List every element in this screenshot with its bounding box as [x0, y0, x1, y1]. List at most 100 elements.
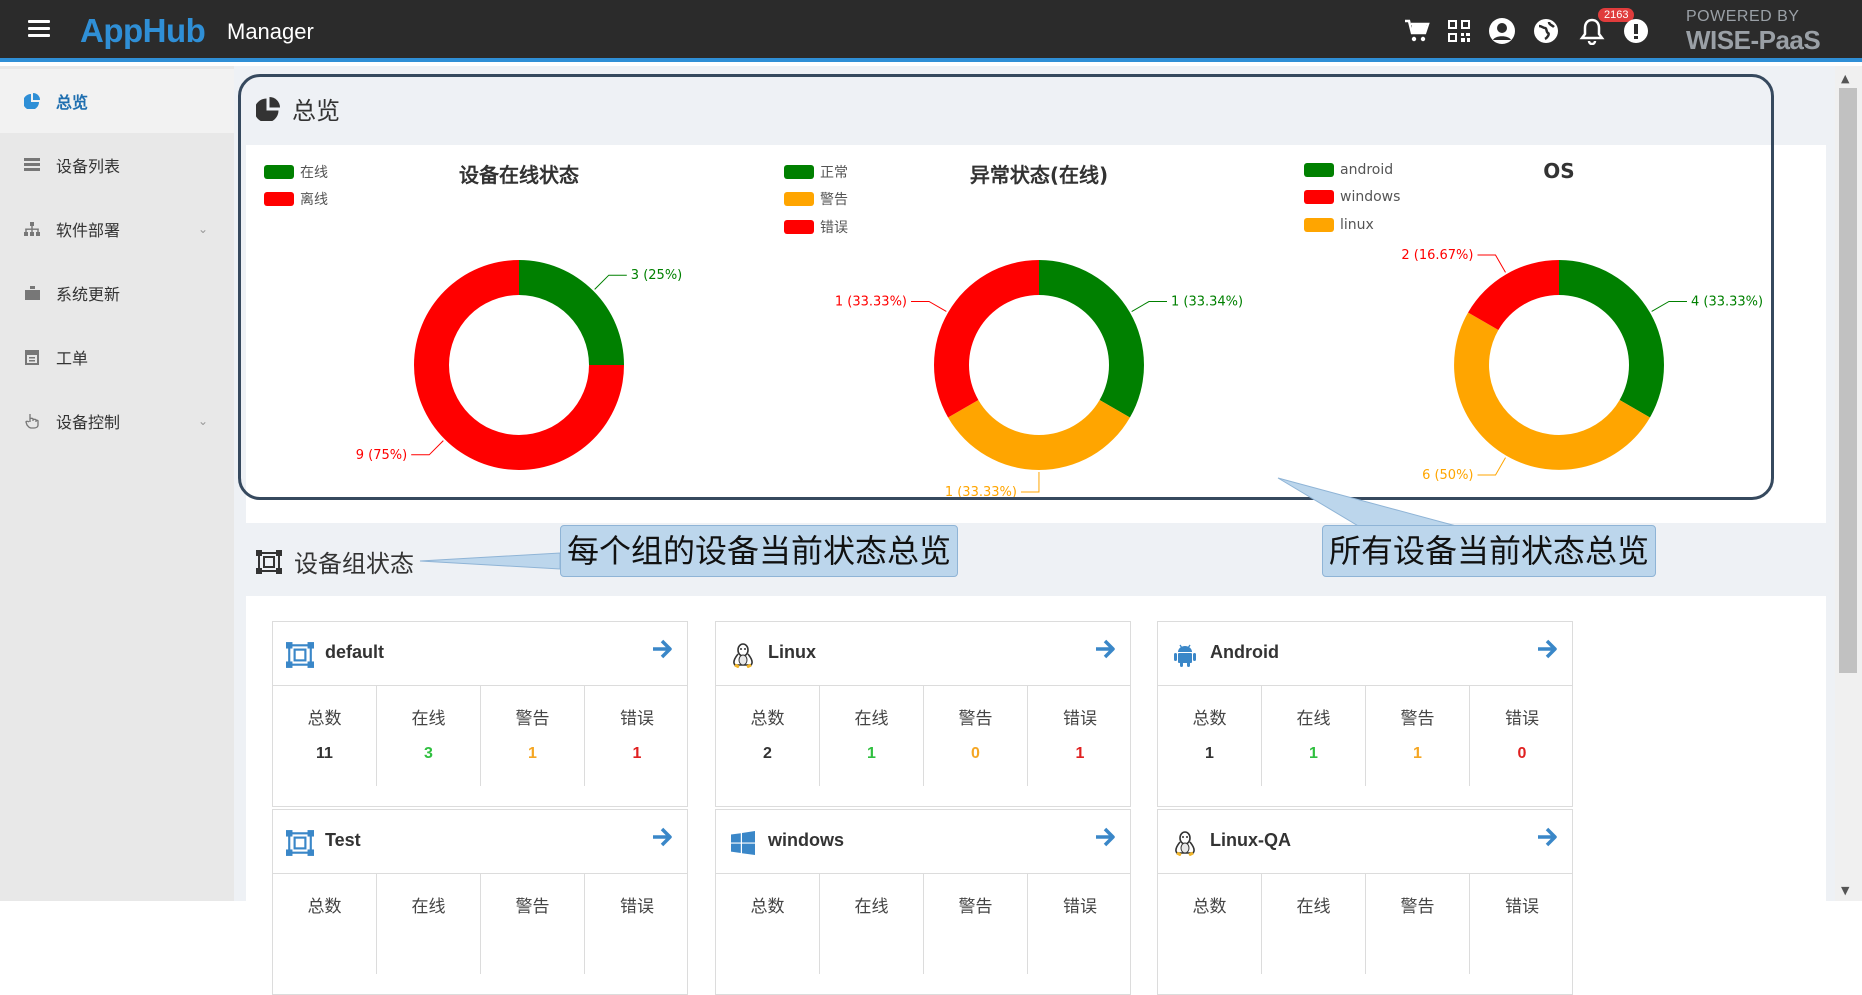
app-subtitle: Manager: [227, 19, 314, 44]
globe-icon[interactable]: [1532, 17, 1560, 45]
donut-slice[interactable]: [1039, 260, 1144, 418]
callout-all-status: 所有设备当前状态总览: [1322, 525, 1657, 577]
scroll-up-icon[interactable]: ▲: [1841, 72, 1849, 85]
stat-label: 总数: [1192, 897, 1227, 917]
stat-label: 总数: [750, 709, 785, 729]
stat-label: 总数: [307, 897, 342, 917]
group-stat: 错误 1: [1028, 686, 1132, 786]
sidebar-item-device-list[interactable]: 设备列表: [0, 133, 234, 197]
stat-value: 0: [1517, 745, 1527, 762]
stat-label: 总数: [750, 897, 785, 917]
arrow-right-icon[interactable]: [1536, 826, 1560, 852]
donut-data-label: 1 (33.33%): [945, 485, 1017, 500]
stat-label: 警告: [1400, 897, 1435, 917]
donut-slice[interactable]: [1468, 260, 1559, 331]
donut-data-label: 6 (50%): [1422, 468, 1473, 483]
stat-label: 在线: [411, 897, 446, 917]
scrollbar-thumb[interactable]: [1839, 88, 1857, 673]
group-card-header: Linux: [716, 622, 1130, 686]
sidebar-item-software-deploy[interactable]: 软件部署 ⌄: [0, 197, 234, 261]
stat-label: 警告: [1400, 709, 1435, 729]
label-leader-line: [1477, 457, 1506, 476]
group-name: Android: [1210, 642, 1279, 662]
group-name: Linux-QA: [1210, 830, 1291, 850]
user-avatar-icon[interactable]: [1488, 17, 1516, 45]
donut-slice[interactable]: [1454, 312, 1650, 470]
group-stat: 总数: [273, 874, 377, 974]
stat-label: 错误: [620, 709, 654, 729]
group-name: Linux: [768, 642, 816, 662]
arrow-right-icon[interactable]: [1094, 638, 1118, 664]
stat-label: 在线: [854, 709, 889, 729]
group-card-header: Test: [273, 810, 687, 874]
group-stat: 在线 3: [377, 686, 481, 786]
group-icon: [285, 828, 315, 858]
sidebar-item-label: 系统更新: [56, 285, 121, 304]
donut-data-label: 3 (25%): [631, 268, 682, 283]
sidebar-item-label: 设备控制: [56, 413, 121, 432]
scroll-down-icon[interactable]: ▼: [1841, 884, 1849, 897]
donut-slice[interactable]: [1559, 260, 1664, 418]
stat-label: 警告: [958, 897, 993, 917]
brand-logo[interactable]: AppHub: [80, 12, 206, 50]
group-stat: 警告 1: [1366, 686, 1470, 786]
qrcode-icon[interactable]: [1445, 17, 1473, 45]
donut-slice[interactable]: [948, 399, 1130, 470]
hand-pointer-icon: [22, 413, 42, 429]
stat-label: 错误: [1063, 897, 1097, 917]
sidebar-item-system-update[interactable]: 系统更新: [0, 261, 234, 325]
windows-icon: [728, 828, 758, 858]
stat-value: 2: [763, 745, 772, 762]
group-stat: 警告: [1366, 874, 1470, 974]
linux-icon: [1170, 828, 1200, 858]
donut-data-label: 1 (33.33%): [835, 294, 907, 309]
android-icon: [1170, 640, 1200, 670]
stat-value: 1: [632, 745, 642, 762]
stat-value: 0: [971, 745, 980, 762]
arrow-right-icon[interactable]: [1094, 826, 1118, 852]
stat-label: 错误: [1505, 897, 1539, 917]
stat-value: 1: [1413, 745, 1422, 762]
stat-value: 1: [1205, 745, 1214, 762]
group-stat: 在线: [1262, 874, 1366, 974]
callout-group-status: 每个组的设备当前状态总览: [560, 525, 959, 577]
stat-label: 在线: [854, 897, 889, 917]
group-icon: [285, 640, 315, 670]
overview-title-text: 总览: [292, 97, 340, 125]
overview-section-title: 总览: [256, 91, 340, 126]
group-card: Test 总数 在线 警告 错误: [272, 809, 688, 995]
group-card: default 总数 11 在线 3 警告 1 错误 1: [272, 621, 688, 807]
alert-icon[interactable]: [1622, 17, 1650, 45]
menu-toggle-icon[interactable]: [28, 20, 50, 38]
powered-line1: POWERED BY: [1686, 8, 1800, 25]
sidebar-item-overview[interactable]: 总览: [0, 69, 234, 133]
sidebar: 总览 设备列表 软件部署 ⌄ 系统更新 工单 设备控制 ⌄: [0, 66, 234, 901]
group-stat: 错误 1: [585, 686, 689, 786]
chevron-down-icon: ⌄: [197, 414, 208, 428]
sidebar-item-work-order[interactable]: 工单: [0, 325, 234, 389]
calendar-icon: [22, 349, 42, 365]
group-icon: [256, 549, 282, 574]
sidebar-item-label: 总览: [56, 93, 89, 112]
pie-chart-icon: [22, 93, 42, 109]
group-stat: 总数 1: [1158, 686, 1262, 786]
label-leader-line: [411, 440, 444, 456]
powered-line2: WISE-PaaS: [1686, 25, 1821, 55]
stat-value: 1: [1075, 745, 1085, 762]
arrow-right-icon[interactable]: [651, 826, 675, 852]
stat-value: 11: [316, 745, 333, 762]
label-leader-line: [1651, 300, 1687, 312]
arrow-right-icon[interactable]: [1536, 638, 1560, 664]
stat-label: 错误: [1063, 709, 1097, 729]
group-card: Linux 总数 2 在线 1 警告 0 错误 1: [715, 621, 1131, 807]
sidebar-item-device-control[interactable]: 设备控制 ⌄: [0, 389, 234, 453]
arrow-right-icon[interactable]: [651, 638, 675, 664]
group-stat: 警告: [924, 874, 1028, 974]
stat-label: 总数: [1192, 709, 1227, 729]
group-stat: 错误: [585, 874, 689, 974]
donut-data-label: 9 (75%): [356, 448, 407, 463]
cart-icon[interactable]: [1403, 17, 1431, 45]
groups-title-text: 设备组状态: [294, 550, 414, 578]
linux-icon: [728, 640, 758, 670]
donut-slice[interactable]: [934, 260, 1039, 418]
